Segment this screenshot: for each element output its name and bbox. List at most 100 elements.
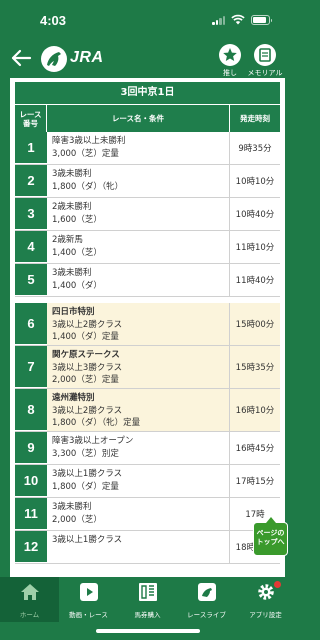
status-time: 4:03 (40, 13, 67, 28)
race-number: 7 (15, 346, 47, 388)
nav-ticket[interactable]: 馬券購入 (118, 577, 177, 622)
logo-text: JRA (70, 49, 104, 66)
race-number: 3 (15, 198, 47, 230)
race-class: 3歳未勝利 (52, 502, 92, 512)
race-class: 2歳新馬 (52, 235, 83, 245)
race-row[interactable]: 1 障害3歳以上未勝利 3,000（芝）定量 9時35分 (15, 132, 280, 165)
header-race-name: レース名・条件 (47, 105, 230, 132)
race-distance: 3,000（芝）定量 (52, 148, 119, 159)
race-start-time: 15時35分 (235, 363, 275, 373)
race-conditions: 遠州灘特別 3歳以上2勝クラス 1,800（ダ）（牝）定量 (47, 389, 230, 431)
race-distance: 3,300（芝）別定 (52, 448, 119, 459)
nav-race-live[interactable]: レースライブ (177, 577, 236, 622)
meeting-title: 3回中京1日 (15, 82, 280, 104)
nav-video-race[interactable]: 動画・レース (59, 577, 118, 622)
nav-settings[interactable]: アプリ設定 (236, 577, 295, 622)
race-distance: 1,400（芝） (52, 247, 102, 258)
race-start-time: 16時45分 (235, 444, 275, 454)
race-conditions: 3歳未勝利 2,000（芝） (47, 498, 230, 530)
race-distance: 1,600（芝） (52, 214, 102, 225)
race-conditions: 2歳未勝利 1,600（芝） (47, 198, 230, 230)
memorial-button[interactable]: メモリアル (245, 44, 285, 78)
race-row[interactable]: 7 関ケ原ステークス 3歳以上3勝クラス 2,000（芝）定量 15時35分 (15, 346, 280, 389)
race-class: 2歳未勝利 (52, 202, 92, 212)
race-distance: 2,000（芝）定量 (52, 375, 119, 385)
race-name: 四日市特別 (52, 307, 95, 317)
home-indicator (96, 629, 200, 633)
race-row[interactable]: 6 四日市特別 3歳以上2勝クラス 1,400（ダ）定量 15時00分 (15, 303, 280, 346)
race-distance: 2,000（芝） (52, 514, 102, 525)
race-number: 5 (15, 264, 47, 296)
header-start-time: 発走時刻 (240, 114, 270, 123)
race-number: 11 (15, 498, 47, 530)
race-row[interactable]: 4 2歳新馬 1,400（芝） 11時10分 (15, 231, 280, 264)
race-class: 3歳以上2勝クラス (52, 405, 123, 416)
favorite-label: 推し (223, 69, 237, 77)
race-class: 3歳未勝利 (52, 169, 92, 179)
race-number: 1 (15, 132, 47, 164)
race-row[interactable]: 2 3歳未勝利 1,800（ダ）（牝） 10時10分 (15, 165, 280, 198)
race-number: 6 (15, 303, 47, 345)
race-class: 3歳以上3勝クラス (52, 362, 123, 373)
race-start-time: 15時00分 (235, 320, 275, 330)
race-row[interactable]: 10 3歳以上1勝クラス 1,800（ダ）定量 17時15分 (15, 465, 280, 498)
header-race-number: レース 番号 (15, 105, 47, 132)
race-class: 障害3歳以上未勝利 (52, 136, 126, 146)
nav-home[interactable]: ホーム (0, 577, 59, 622)
race-start-time: 9時35分 (238, 144, 272, 154)
race-name: 遠州灘特別 (52, 393, 95, 403)
home-icon (20, 584, 39, 600)
nav-label: 馬券購入 (134, 611, 161, 619)
jra-logo[interactable]: JRA (40, 45, 110, 73)
race-class: 3歳未勝利 (52, 268, 92, 278)
race-start-time: 17時15分 (235, 477, 275, 487)
race-conditions: 2歳新馬 1,400（芝） (47, 231, 230, 263)
favorite-button[interactable]: 推し (210, 44, 250, 78)
race-conditions: 障害3歳以上未勝利 3,000（芝）定量 (47, 132, 230, 164)
race-number: 9 (15, 432, 47, 464)
memorial-label: メモリアル (247, 69, 283, 77)
race-name: 関ケ原ステークス (52, 350, 120, 360)
back-arrow-icon[interactable] (10, 48, 32, 68)
play-icon (79, 583, 98, 601)
race-number: 2 (15, 165, 47, 197)
race-distance: 1,800（ダ）定量 (52, 481, 119, 492)
race-start-time: 11時10分 (235, 243, 275, 253)
race-class: 障害3歳以上オープン (52, 436, 134, 446)
race-list-panel: 3回中京1日 レース 番号 レース名・条件 発走時刻 1 障害3歳以上未勝利 3,0… (10, 78, 285, 578)
race-conditions: 3歳以上1勝クラス (47, 531, 230, 563)
race-class: 3歳以上2勝クラス (52, 319, 123, 330)
race-conditions: 関ケ原ステークス 3歳以上3勝クラス 2,000（芝）定量 (47, 346, 230, 388)
app-header: JRA 推し メモリアル (0, 40, 295, 78)
nav-label: アプリ設定 (249, 611, 282, 619)
live-icon (197, 583, 216, 601)
race-row[interactable]: 123歳以上1勝クラス18時15分 (15, 531, 280, 564)
race-number: 12 (15, 531, 47, 563)
race-conditions: 3歳未勝利 1,400（ダ） (47, 264, 230, 296)
race-number: 10 (15, 465, 47, 497)
star-icon (223, 48, 237, 61)
race-start-time: 11時40分 (235, 276, 275, 286)
table-header: レース 番号 レース名・条件 発走時刻 (15, 105, 280, 132)
race-row[interactable]: 5 3歳未勝利 1,400（ダ） 11時40分 (15, 264, 280, 297)
race-row[interactable]: 9 障害3歳以上オープン 3,300（芝）別定 16時45分 (15, 432, 280, 465)
race-start-time: 10時10分 (235, 177, 275, 187)
nav-label: レースライブ (187, 611, 226, 619)
race-distance: 1,400（ダ） (52, 280, 102, 291)
ticket-icon (138, 583, 157, 601)
signal-icon (212, 16, 226, 25)
race-row[interactable]: 11 3歳未勝利 2,000（芝） 17時 (15, 498, 280, 531)
page-top-label: ページの トップへ (256, 529, 285, 546)
memorial-icon (259, 48, 271, 62)
race-row[interactable]: 8 遠州灘特別 3歳以上2勝クラス 1,800（ダ）（牝）定量 16時10分 (15, 389, 280, 432)
nav-label: ホーム (19, 611, 40, 619)
race-distance: 1,800（ダ）（牝）定量 (52, 418, 141, 428)
race-table: レース 番号 レース名・条件 発走時刻 1 障害3歳以上未勝利 3,000（芝）定量… (15, 105, 280, 564)
page-top-button[interactable]: ページの トップへ (253, 517, 288, 556)
race-number: 8 (15, 389, 47, 431)
race-row[interactable]: 3 2歳未勝利 1,600（芝） 10時40分 (15, 198, 280, 231)
race-start-time: 10時40分 (235, 210, 275, 220)
race-conditions: 3歳以上1勝クラス 1,800（ダ）定量 (47, 465, 230, 497)
race-class: 3歳以上1勝クラス (52, 535, 123, 545)
race-conditions: 四日市特別 3歳以上2勝クラス 1,400（ダ）定量 (47, 303, 230, 345)
